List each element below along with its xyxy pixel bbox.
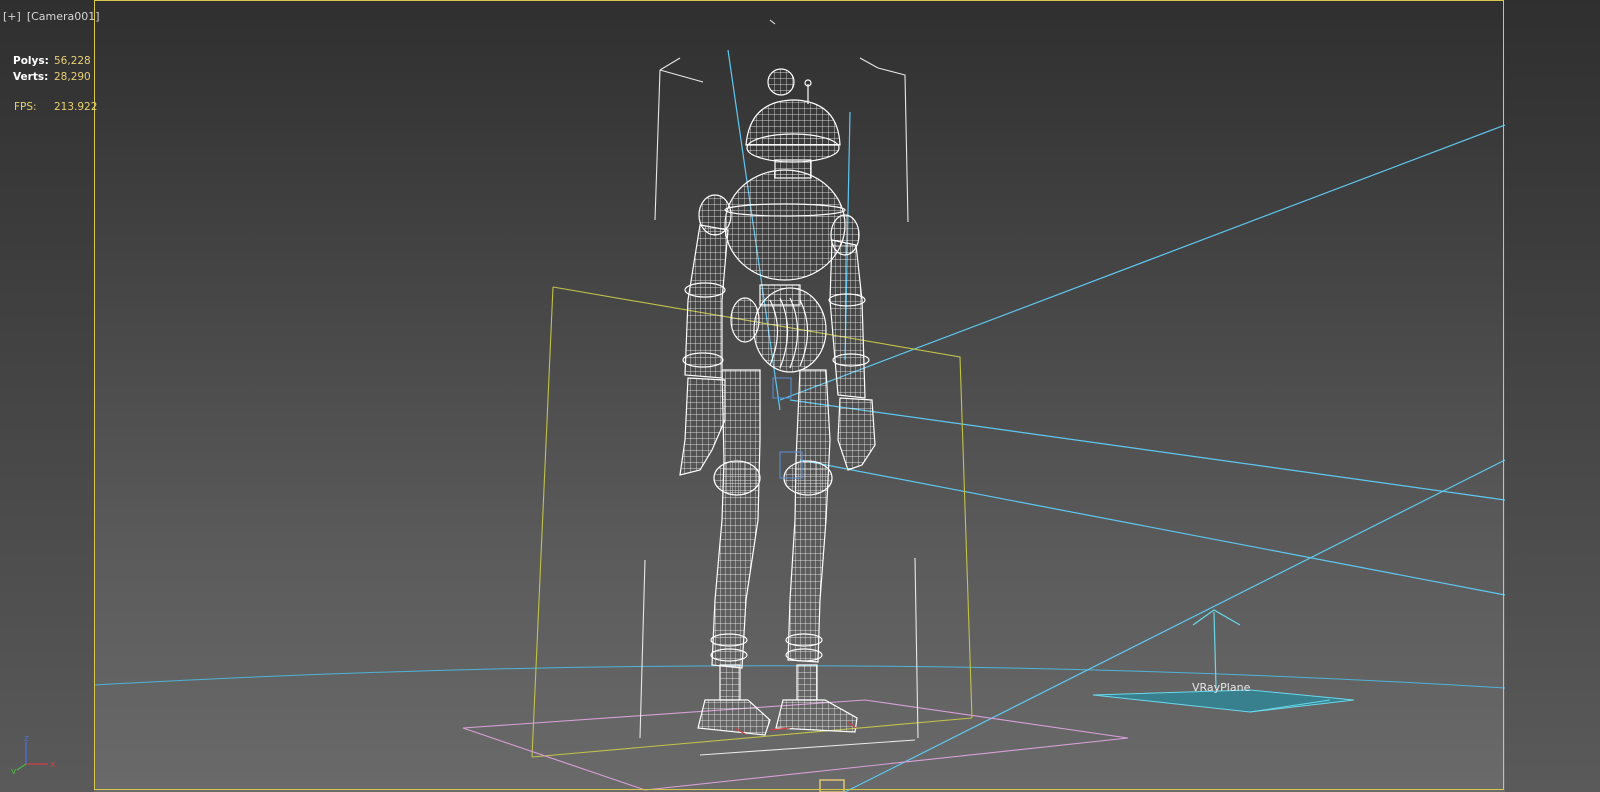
stat-verts-label: Verts: (13, 71, 49, 83)
stat-fps-value: 213.922 (54, 101, 98, 113)
viewport-statistics: Polys: 56,228 Verts: 28,290 (13, 53, 91, 85)
axis-z-label: z (24, 734, 29, 744)
stat-polys-value: 56,228 (54, 55, 91, 67)
axis-y-label: y (11, 767, 17, 774)
stat-fps: FPS: 213.922 (14, 101, 97, 113)
viewport-camera-label[interactable]: [Camera001] (27, 10, 100, 23)
robot-wireframe-model[interactable] (679, 68, 876, 736)
camera-target-marker[interactable] (819, 779, 845, 792)
viewport-label[interactable]: [+] [Camera001] (3, 10, 100, 23)
vray-plane-light[interactable] (1092, 609, 1355, 713)
stat-polys-label: Polys: (13, 55, 49, 67)
stat-fps-label: FPS: (14, 101, 37, 113)
viewport-menu-button[interactable]: [+] (3, 10, 21, 23)
stat-verts-value: 28,290 (54, 71, 91, 83)
stat-polys: Polys: 56,228 (13, 53, 91, 69)
axis-x-label: x (50, 760, 56, 770)
camera-viewport[interactable]: [+] [Camera001] Polys: 56,228 Verts: 28,… (0, 0, 1600, 792)
stat-verts: Verts: 28,290 (13, 69, 91, 85)
vray-plane-label: VRayPlane (1192, 681, 1251, 694)
axis-tripod-icon: x z y (11, 734, 56, 774)
wireframe-scene[interactable] (0, 0, 1600, 792)
